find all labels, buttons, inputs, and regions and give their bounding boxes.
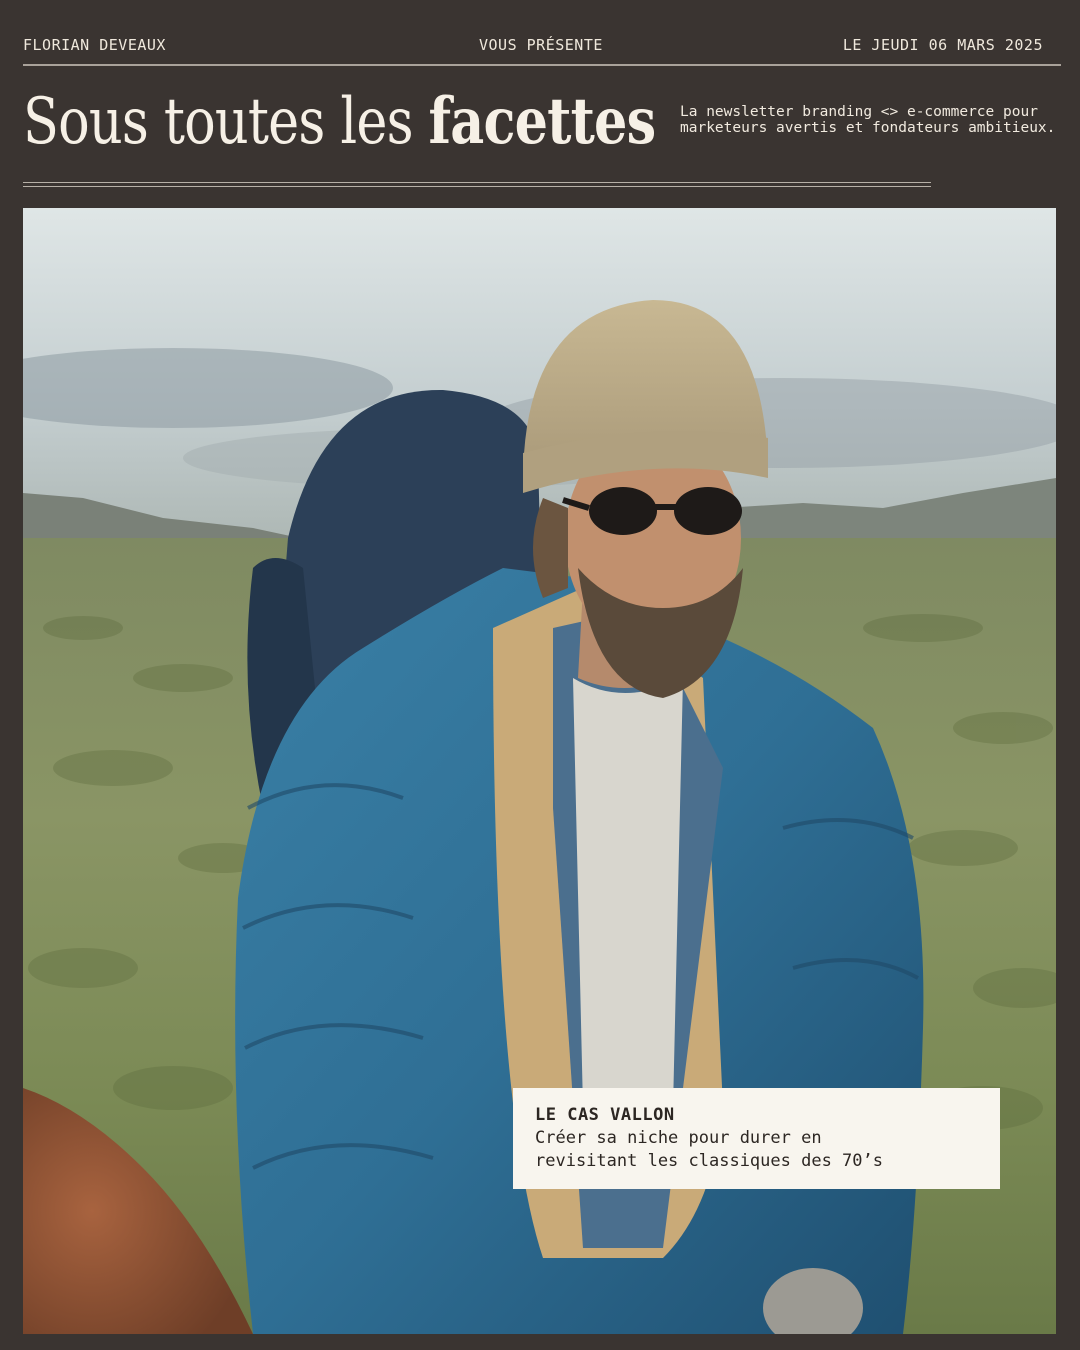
caption-line-2: revisitant les classiques des 70’s [535, 1151, 883, 1171]
presents-label: VOUS PRÉSENTE [479, 36, 603, 54]
top-divider [23, 64, 1061, 66]
title-bold: facettes [428, 84, 657, 159]
title-light: Sous toutes les [23, 85, 429, 159]
caption-line-1: Créer sa niche pour durer en [535, 1128, 822, 1148]
issue-date: LE JEUDI 06 MARS 2025 [842, 36, 1043, 54]
newsletter-title: Sous toutes les facettes [23, 82, 657, 162]
masthead-double-divider [23, 182, 931, 187]
author-name: FLORIAN DEVEAUX [23, 36, 166, 54]
caption-description: Créer sa niche pour durer en revisitant … [535, 1127, 980, 1173]
newsletter-tagline: La newsletter branding <> e-commerce pou… [680, 104, 1056, 136]
story-caption-card: LE CAS VALLON Créer sa niche pour durer … [513, 1088, 1000, 1189]
top-bar: FLORIAN DEVEAUX VOUS PRÉSENTE LE JEUDI 0… [23, 36, 1060, 58]
caption-kicker: LE CAS VALLON [535, 1105, 675, 1125]
